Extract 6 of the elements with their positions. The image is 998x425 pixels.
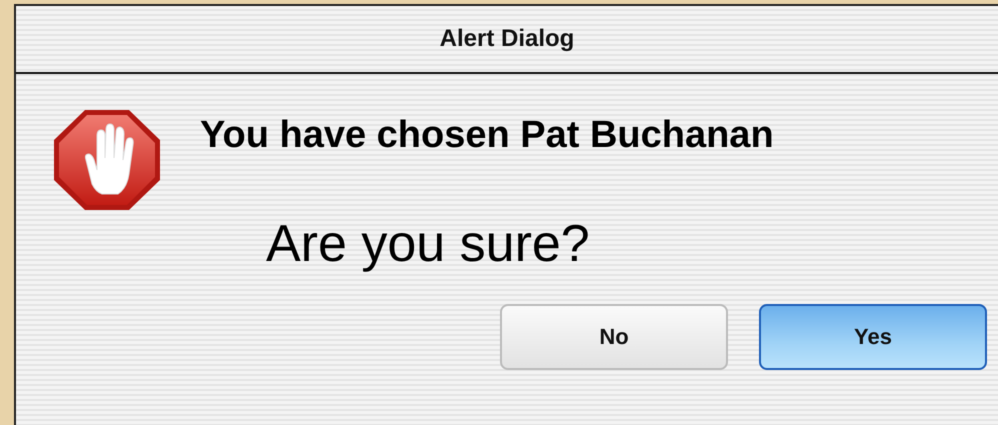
alert-message: Are you sure?: [266, 214, 591, 274]
yes-button[interactable]: Yes: [759, 304, 987, 370]
no-button[interactable]: No: [500, 304, 728, 370]
alert-heading: You have chosen Pat Buchanan: [200, 114, 774, 157]
stop-hand-icon: [52, 108, 162, 212]
window-title: Alert Dialog: [440, 25, 574, 53]
